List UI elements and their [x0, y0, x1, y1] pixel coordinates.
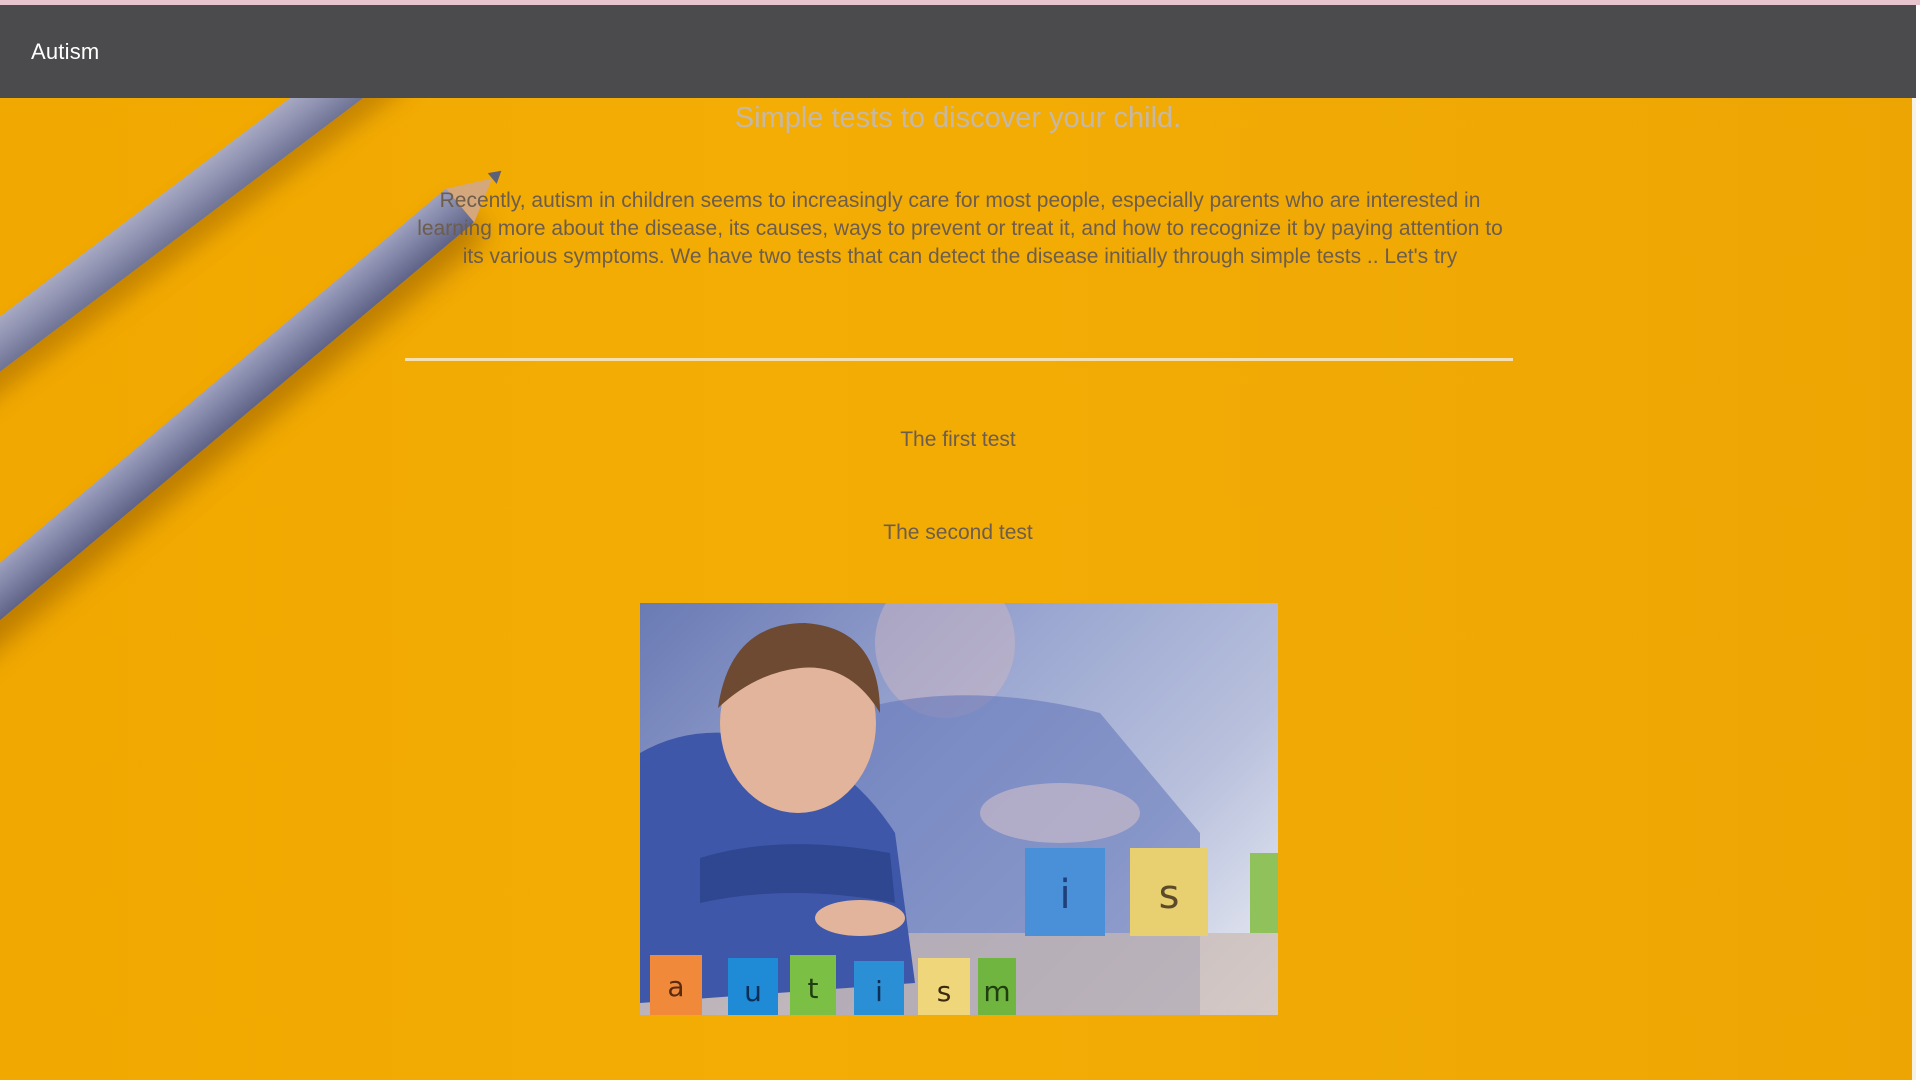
- brand-link[interactable]: Autism: [31, 39, 99, 65]
- page-subtitle: Simple tests to discover your child.: [734, 102, 1182, 134]
- divider: [405, 358, 1513, 361]
- navbar: Autism: [0, 5, 1916, 98]
- svg-text:i: i: [875, 975, 883, 1008]
- svg-text:u: u: [744, 975, 762, 1008]
- second-test-link[interactable]: The second test: [0, 521, 1916, 545]
- svg-text:m: m: [983, 975, 1010, 1008]
- svg-text:t: t: [808, 972, 819, 1005]
- svg-text:s: s: [937, 975, 952, 1008]
- first-test-link[interactable]: The first test: [0, 428, 1916, 452]
- svg-text:s: s: [1159, 872, 1180, 918]
- svg-text:a: a: [667, 970, 684, 1003]
- intro-paragraph: Recently, autism in children seems to in…: [417, 189, 1503, 268]
- svg-text:i: i: [1059, 872, 1070, 918]
- autism-photo: i s a u t i s m: [640, 603, 1278, 1015]
- page-background: Autism Simple tests to discover your chi…: [0, 5, 1916, 1080]
- back-blocks: i s: [1025, 848, 1278, 936]
